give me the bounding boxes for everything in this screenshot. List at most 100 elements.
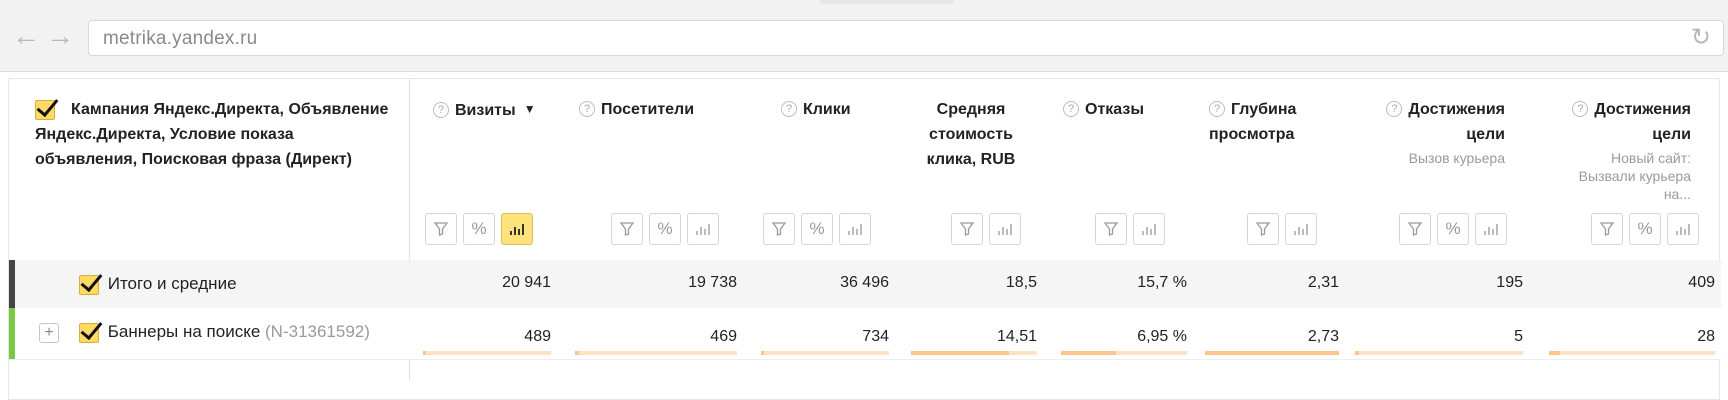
- filter-icon[interactable]: [1591, 213, 1623, 245]
- row-checkbox[interactable]: [79, 322, 99, 343]
- row-goal-courier-bar: [1355, 351, 1523, 355]
- percent-button[interactable]: %: [1437, 213, 1469, 245]
- totals-row: Итого и средние 20 941 19 738 36 496 18,…: [9, 260, 1721, 308]
- bar-fill: [1549, 351, 1561, 355]
- url-text[interactable]: metrika.yandex.ru: [103, 28, 257, 50]
- totals-label: Итого и средние: [79, 274, 237, 295]
- bar-fill: [1355, 351, 1360, 355]
- bar-chart-icon[interactable]: [687, 213, 719, 245]
- column-controls-goal-new-site: %: [1591, 213, 1699, 245]
- totals-checkbox[interactable]: [79, 274, 99, 295]
- column-title: Посетители: [601, 101, 695, 118]
- percent-button[interactable]: %: [463, 213, 495, 245]
- filter-icon[interactable]: [425, 213, 457, 245]
- column-header-depth[interactable]: ? Глубина просмотра: [1209, 97, 1329, 147]
- percent-button[interactable]: %: [1629, 213, 1661, 245]
- totals-label-text: Итого и средние: [107, 274, 237, 293]
- sort-desc-icon[interactable]: ▼: [524, 102, 536, 116]
- row-bounces-bar: [1061, 351, 1187, 355]
- help-icon[interactable]: ?: [1386, 101, 1403, 117]
- bar-chart-icon[interactable]: [1475, 213, 1507, 245]
- bar-fill: [761, 351, 764, 355]
- help-icon[interactable]: ?: [579, 101, 595, 117]
- bar-chart-icon[interactable]: [501, 213, 533, 245]
- filter-icon[interactable]: [1095, 213, 1127, 245]
- row-bounces: 6,95 %: [1137, 328, 1187, 345]
- row-visits: 489: [524, 328, 551, 345]
- filter-icon[interactable]: [1247, 213, 1279, 245]
- dimension-header: Кампания Яндекс.Директа, Объявление Янде…: [35, 97, 395, 172]
- column-controls-visitors: %: [611, 213, 719, 245]
- column-header-bounces[interactable]: ? Отказы: [1063, 97, 1183, 122]
- help-icon[interactable]: ?: [1572, 101, 1589, 117]
- table-bottom-border: [9, 359, 1721, 360]
- help-icon[interactable]: ?: [1063, 101, 1079, 117]
- column-header-avg-cpc[interactable]: Средняя стоимость клика, RUB: [911, 97, 1031, 172]
- row-avg-cpc-bar: [911, 351, 1037, 355]
- bar-fill: [1061, 351, 1117, 355]
- expand-row-button[interactable]: +: [39, 323, 59, 343]
- row-depth-bar: [1205, 351, 1339, 355]
- bar-fill: [575, 351, 579, 355]
- browser-toolbar: ← → metrika.yandex.ru ↻: [0, 0, 1728, 72]
- row-clicks-bar: [761, 351, 889, 355]
- dimension-checkbox[interactable]: [35, 100, 55, 120]
- data-row[interactable]: + Баннеры на поиске (N-31361592) 489 469…: [9, 308, 1721, 359]
- column-header-goal-courier[interactable]: ? Достижения цели Вызов курьера: [1355, 97, 1505, 167]
- row-color-marker: [9, 260, 15, 308]
- filter-icon[interactable]: [763, 213, 795, 245]
- column-header-visits[interactable]: ? Визиты ▼: [433, 97, 563, 123]
- column-subtitle: Вызов курьера: [1408, 150, 1505, 166]
- total-avg-cpc: 18,5: [1005, 274, 1037, 291]
- row-avg-cpc: 14,51: [996, 328, 1037, 345]
- row-goal-new-site-bar: [1549, 351, 1715, 355]
- arrow-left-icon[interactable]: ←: [12, 22, 40, 50]
- row-visits-bar: [423, 351, 551, 355]
- bar-fill: [1205, 351, 1339, 355]
- column-header-clicks[interactable]: ? Клики: [781, 97, 891, 122]
- help-icon[interactable]: ?: [1209, 101, 1225, 117]
- row-depth: 2,73: [1307, 328, 1339, 345]
- column-controls-goal-courier: %: [1399, 213, 1507, 245]
- reload-icon[interactable]: ↻: [1691, 25, 1711, 51]
- bar-chart-icon[interactable]: [839, 213, 871, 245]
- help-icon[interactable]: ?: [781, 101, 797, 117]
- total-depth: 2,31: [1307, 274, 1339, 291]
- row-campaign-id: (N-31361592): [265, 322, 370, 341]
- row-label-text[interactable]: Баннеры на поиске: [108, 322, 261, 341]
- column-title: Клики: [803, 101, 851, 118]
- help-icon[interactable]: ?: [433, 102, 449, 118]
- filter-icon[interactable]: [951, 213, 983, 245]
- percent-button[interactable]: %: [649, 213, 681, 245]
- dimension-header-text: Кампания Яндекс.Директа, Объявление Янде…: [35, 101, 389, 168]
- column-header-goal-new-site[interactable]: ? Достижения цели Новый сайт: Вызвали кур…: [1551, 97, 1691, 203]
- column-controls-bounces: [1095, 213, 1165, 245]
- total-visitors: 19 738: [688, 274, 737, 291]
- bar-fill: [911, 351, 1010, 355]
- arrow-right-icon[interactable]: →: [46, 22, 74, 50]
- percent-button[interactable]: %: [801, 213, 833, 245]
- bar-chart-icon[interactable]: [1667, 213, 1699, 245]
- row-clicks: 734: [862, 328, 889, 345]
- bar-chart-icon[interactable]: [1133, 213, 1165, 245]
- total-goal-new-site: 409: [1688, 274, 1715, 291]
- row-visitors: 469: [710, 328, 737, 345]
- bar-chart-icon[interactable]: [1285, 213, 1317, 245]
- column-title: Визиты: [455, 102, 516, 119]
- filter-icon[interactable]: [1399, 213, 1431, 245]
- column-title: Отказы: [1085, 101, 1144, 118]
- total-bounces: 15,7 %: [1137, 274, 1187, 291]
- address-bar[interactable]: metrika.yandex.ru ↻: [88, 20, 1724, 56]
- bar-fill: [423, 351, 426, 355]
- tab-strip: [820, 0, 954, 4]
- total-clicks: 36 496: [840, 274, 889, 291]
- bar-chart-icon[interactable]: [989, 213, 1021, 245]
- filter-icon[interactable]: [611, 213, 643, 245]
- column-title: Средняя стоимость клика, RUB: [926, 101, 1016, 168]
- column-header-visitors[interactable]: ? Посетители: [579, 97, 729, 122]
- column-subtitle: Новый сайт: Вызвали курьера на...: [1578, 150, 1691, 202]
- column-controls-clicks: %: [763, 213, 871, 245]
- row-goal-courier: 5: [1514, 328, 1523, 345]
- column-controls-visits: %: [425, 213, 533, 245]
- column-controls-depth: [1247, 213, 1317, 245]
